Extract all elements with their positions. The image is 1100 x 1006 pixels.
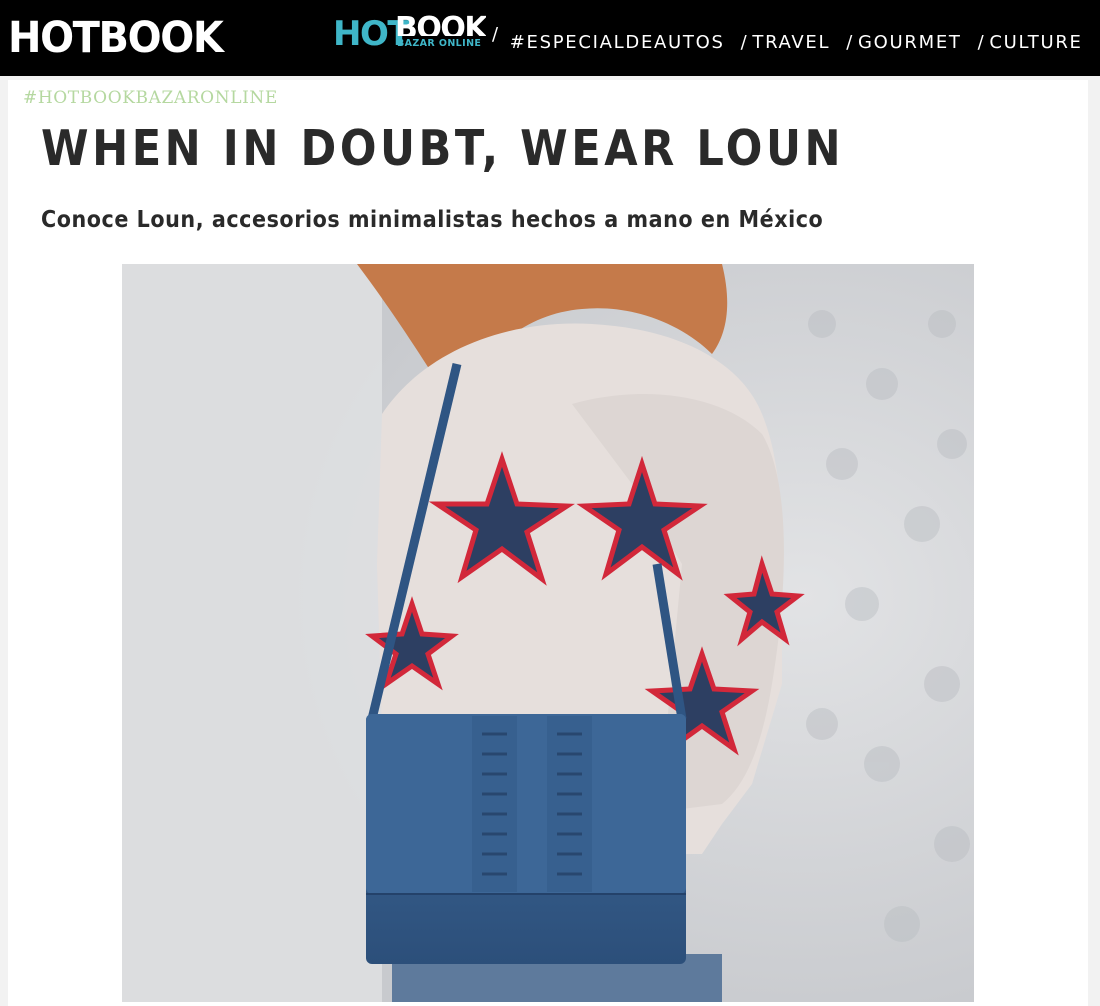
nav-item-label: #ESPECIALDEAUTOS xyxy=(509,31,725,53)
leather-crossbody-bag xyxy=(366,714,686,964)
main-nav: / #ESPECIALDEAUTOS / TRAVEL / GOURMET / CUL… xyxy=(492,24,1099,60)
nav-item-culture[interactable]: / CULTURE xyxy=(978,32,1083,53)
article-title: WHEN IN DOUBT, WEAR LOUN xyxy=(41,120,845,177)
article-hero-image xyxy=(122,264,974,1002)
hero-image-illustration xyxy=(122,264,974,1002)
nav-item-travel[interactable]: / TRAVEL xyxy=(741,32,831,53)
hotbook-logo[interactable]: HOTBOOK xyxy=(8,10,224,66)
bazar-logo-book: BOOK xyxy=(395,14,487,36)
nav-item-label: GOURMET xyxy=(858,31,962,53)
nav-item-slash: / xyxy=(977,31,986,53)
nav-item-label: TRAVEL xyxy=(752,31,831,53)
bazar-logo-subtitle: BAZAR ONLINE xyxy=(397,38,482,49)
nav-item-gourmet[interactable]: / GOURMET xyxy=(846,32,961,53)
nav-item-label: CULTURE xyxy=(989,31,1083,53)
hotbook-bazar-online-logo[interactable]: HOT BOOK BAZAR ONLINE xyxy=(333,14,487,54)
article-card: #HOTBOOKBAZARONLINE WHEN IN DOUBT, WEAR … xyxy=(8,80,1088,1006)
nav-item-slash: / xyxy=(740,31,749,53)
article-subtitle: Conoce Loun, accesorios minimalistas hec… xyxy=(41,207,824,233)
nav-item-especialdeautos[interactable]: #ESPECIALDEAUTOS xyxy=(510,32,725,53)
nav-item-slash: / xyxy=(846,31,854,53)
top-navigation-bar: HOTBOOK HOT BOOK BAZAR ONLINE / #ESPECIA… xyxy=(0,0,1100,76)
article-tag-link[interactable]: #HOTBOOKBAZARONLINE xyxy=(23,88,278,108)
nav-separator: / xyxy=(492,23,500,45)
